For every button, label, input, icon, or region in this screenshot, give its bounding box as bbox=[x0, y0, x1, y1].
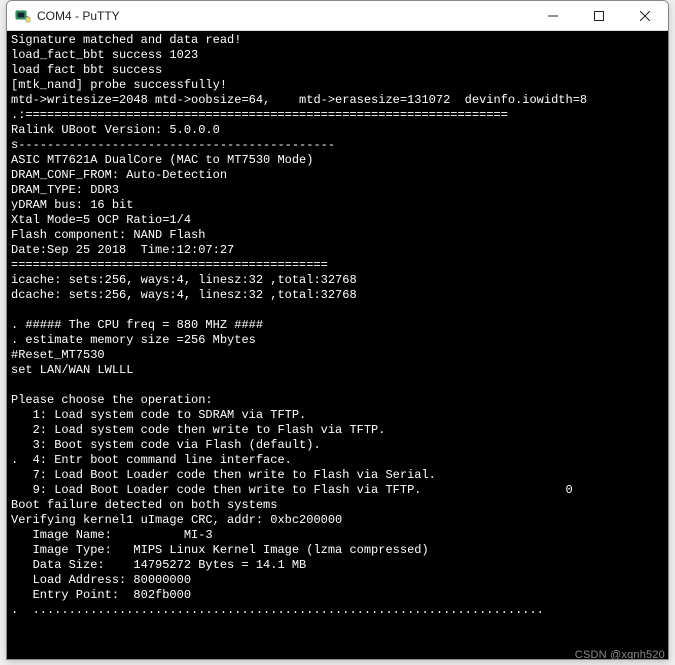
terminal-line: ASIC MT7621A DualCore (MAC to MT7530 Mod… bbox=[11, 153, 664, 168]
terminal-line: mtd->writesize=2048 mtd->oobsize=64, mtd… bbox=[11, 93, 664, 108]
terminal-line: 2: Load system code then write to Flash … bbox=[11, 423, 664, 438]
maximize-button[interactable] bbox=[576, 1, 622, 31]
terminal-line: . ##### The CPU freq = 880 MHZ #### bbox=[11, 318, 664, 333]
terminal-line: DRAM_CONF_FROM: Auto-Detection bbox=[11, 168, 664, 183]
putty-window: COM4 - PuTTY Signature matched and data … bbox=[6, 0, 669, 660]
terminal-line: icache: sets:256, ways:4, linesz:32 ,tot… bbox=[11, 273, 664, 288]
terminal-line bbox=[11, 633, 664, 648]
terminal-line: 1: Load system code to SDRAM via TFTP. bbox=[11, 408, 664, 423]
terminal-line: dcache: sets:256, ways:4, linesz:32 ,tot… bbox=[11, 288, 664, 303]
terminal-line: Please choose the operation: bbox=[11, 393, 664, 408]
terminal-line: s---------------------------------------… bbox=[11, 138, 664, 153]
terminal-line: 9: Load Boot Loader code then write to F… bbox=[11, 483, 664, 498]
terminal-line: 3: Boot system code via Flash (default). bbox=[11, 438, 664, 453]
terminal-line: [mtk_nand] probe successfully! bbox=[11, 78, 664, 93]
terminal-line: Xtal Mode=5 OCP Ratio=1/4 bbox=[11, 213, 664, 228]
terminal-line: set LAN/WAN LWLLL bbox=[11, 363, 664, 378]
terminal-output[interactable]: Signature matched and data read!load_fac… bbox=[7, 31, 668, 659]
terminal-line: #Reset_MT7530 bbox=[11, 348, 664, 363]
terminal-line bbox=[11, 303, 664, 318]
terminal-line bbox=[11, 378, 664, 393]
terminal-line: ========================================… bbox=[11, 258, 664, 273]
terminal-line: Flash component: NAND Flash bbox=[11, 228, 664, 243]
terminal-line: .:======================================… bbox=[11, 108, 664, 123]
terminal-line: DRAM_TYPE: DDR3 bbox=[11, 183, 664, 198]
terminal-line: Data Size: 14795272 Bytes = 14.1 MB bbox=[11, 558, 664, 573]
terminal-line: load fact bbt success bbox=[11, 63, 664, 78]
minimize-button[interactable] bbox=[530, 1, 576, 31]
terminal-line: Ralink UBoot Version: 5.0.0.0 bbox=[11, 123, 664, 138]
terminal-line: Boot failure detected on both systems bbox=[11, 498, 664, 513]
terminal-line: . ......................................… bbox=[11, 603, 664, 618]
close-button[interactable] bbox=[622, 1, 668, 31]
terminal-line: Entry Point: 802fb000 bbox=[11, 588, 664, 603]
terminal-line: yDRAM bus: 16 bit bbox=[11, 198, 664, 213]
terminal-line bbox=[11, 618, 664, 633]
terminal-line: . estimate memory size =256 Mbytes bbox=[11, 333, 664, 348]
titlebar[interactable]: COM4 - PuTTY bbox=[7, 1, 668, 31]
terminal-line: Verifying kernel1 uImage CRC, addr: 0xbc… bbox=[11, 513, 664, 528]
window-title: COM4 - PuTTY bbox=[37, 9, 530, 23]
terminal-line: Load Address: 80000000 bbox=[11, 573, 664, 588]
putty-app-icon bbox=[15, 8, 31, 24]
terminal-line: load_fact_bbt success 1023 bbox=[11, 48, 664, 63]
terminal-line: Signature matched and data read! bbox=[11, 33, 664, 48]
terminal-line: Image Name: MI-3 bbox=[11, 528, 664, 543]
terminal-line: . 4: Entr boot command line interface. bbox=[11, 453, 664, 468]
terminal-line: Image Type: MIPS Linux Kernel Image (lzm… bbox=[11, 543, 664, 558]
terminal-line: Date:Sep 25 2018 Time:12:07:27 bbox=[11, 243, 664, 258]
terminal-line: 7: Load Boot Loader code then write to F… bbox=[11, 468, 664, 483]
